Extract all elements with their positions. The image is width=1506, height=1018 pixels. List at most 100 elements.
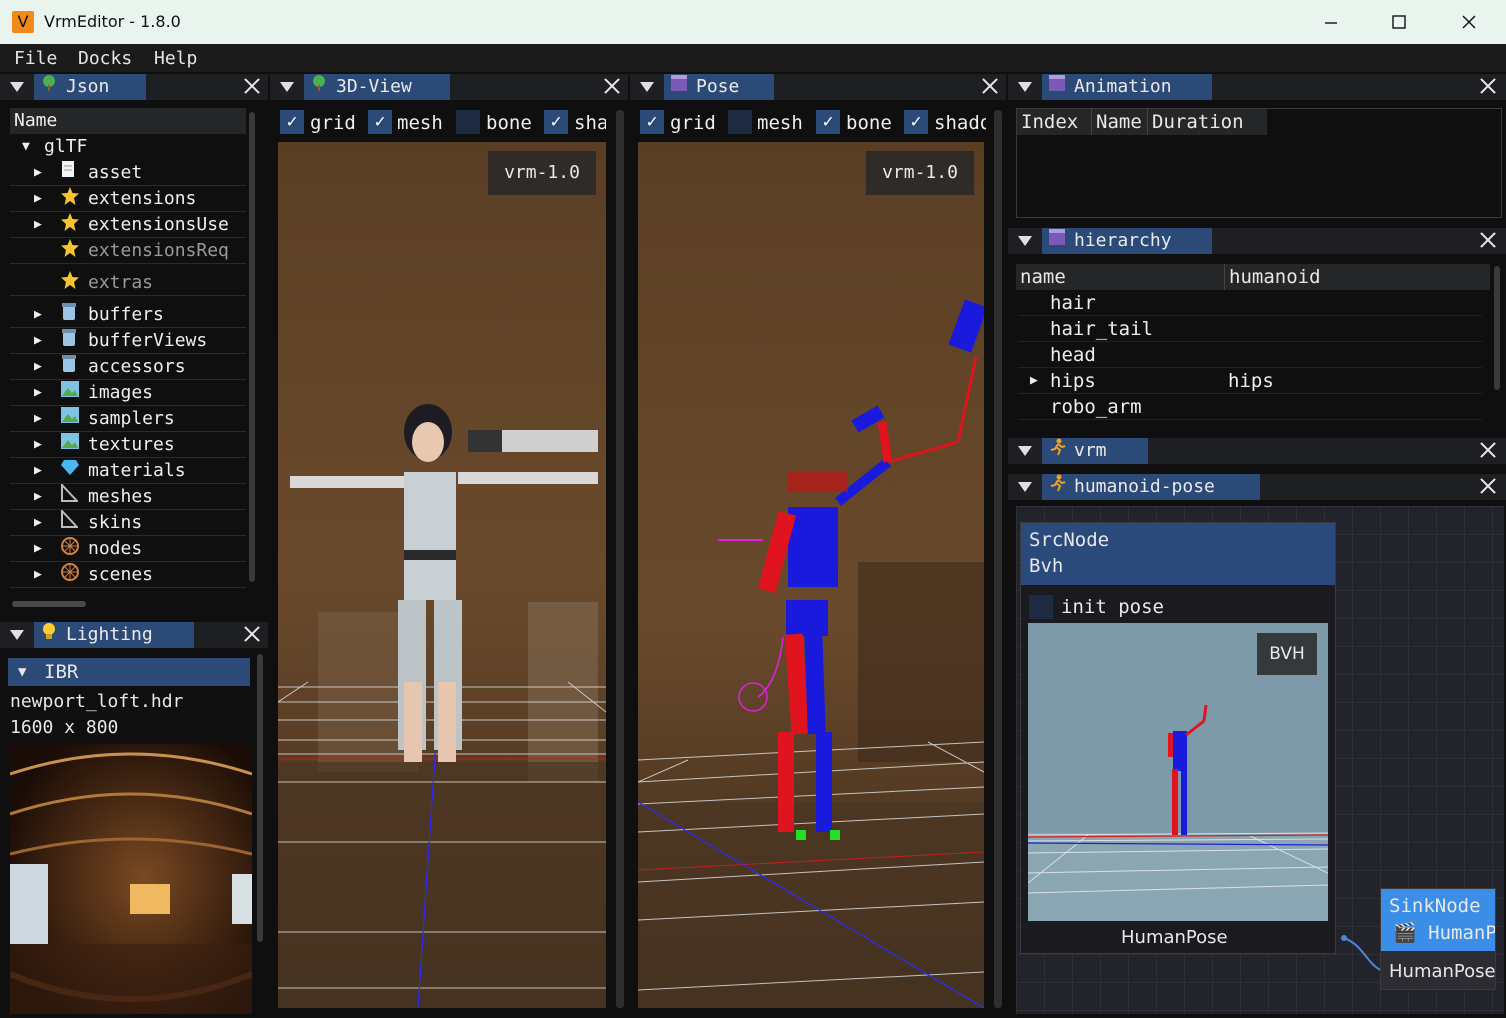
close-pose-button[interactable] [981,77,999,95]
pose-bone-label: bone [846,112,892,134]
expand-right-icon[interactable]: ▶ [34,186,42,211]
expand-right-icon[interactable]: ▶ [1030,368,1038,394]
ibr-section[interactable]: ▼ IBR [8,658,250,686]
col-index[interactable]: Index [1021,109,1078,135]
hierarchy-vscrollbar[interactable] [1494,266,1500,390]
tab-vrm[interactable]: vrm [1042,438,1148,464]
json-item-label: images [88,382,154,403]
panel-menu-icon[interactable] [10,630,24,640]
expand-right-icon[interactable]: ▶ [34,432,42,457]
col-name[interactable]: name [1020,264,1066,290]
close-humanoid-pose-button[interactable] [1479,477,1497,495]
json-item-nodes[interactable]: ▶ nodes [10,536,246,562]
hierarchy-row-hips[interactable]: ▶ hips hips [1018,368,1482,394]
panel-menu-icon[interactable] [1018,482,1032,492]
col-duration[interactable]: Duration [1147,109,1244,135]
json-item-skins[interactable]: ▶ skins [10,510,246,536]
sink-input-pin-label[interactable]: HumanPose [1389,961,1495,982]
expand-right-icon[interactable]: ▶ [34,354,42,379]
bone-checkbox[interactable] [456,110,480,134]
expand-right-icon[interactable]: ▶ [34,458,42,483]
expand-right-icon[interactable]: ▶ [34,160,42,185]
close-window-button[interactable] [1446,6,1492,38]
json-item-images[interactable]: ▶ images [10,380,246,406]
expand-right-icon[interactable]: ▶ [34,510,42,535]
json-root[interactable]: ▼ glTF [10,134,246,160]
mesh-checkbox[interactable]: ✓ [368,110,392,134]
json-item-extras[interactable]: extras [10,270,246,296]
hierarchy-row-hair-tail[interactable]: hair_tail [1018,316,1482,342]
shadow-checkbox[interactable]: ✓ [544,110,568,134]
expand-right-icon[interactable]: ▶ [34,406,42,431]
src-node[interactable]: SrcNode Bvh init pose BVH HumanPose [1020,522,1336,954]
hierarchy-row-head[interactable]: head [1018,342,1482,368]
json-item-textures[interactable]: ▶ textures [10,432,246,458]
col-name[interactable]: Name [1091,109,1142,135]
json-item-extensionsreq[interactable]: extensionsReq [10,238,246,264]
close-animation-button[interactable] [1479,77,1497,95]
bvh-badge: BVH [1257,633,1317,675]
expand-right-icon[interactable]: ▶ [34,328,42,353]
src-output-pin-label[interactable]: HumanPose [1121,927,1228,948]
menu-docks[interactable]: Docks [78,48,132,69]
tab-hierarchy[interactable]: hierarchy [1042,228,1212,254]
pose-viewport[interactable] [638,142,984,1008]
panel-menu-icon[interactable] [1018,236,1032,246]
panel-menu-icon[interactable] [10,82,24,92]
tab-lighting[interactable]: Lighting [34,622,194,648]
json-item-buffers[interactable]: ▶ buffers [10,302,246,328]
init-pose-checkbox[interactable] [1029,595,1053,619]
view3d-vscrollbar[interactable] [616,110,624,1008]
maximize-button[interactable] [1376,6,1422,38]
panel-menu-icon[interactable] [1018,82,1032,92]
json-item-accessors[interactable]: ▶ accessors [10,354,246,380]
json-item-scenes[interactable]: ▶ scenes [10,562,246,588]
hierarchy-row-hair[interactable]: hair [1018,290,1482,316]
close-lighting-button[interactable] [243,625,261,643]
col-humanoid[interactable]: humanoid [1224,264,1321,290]
json-item-meshes[interactable]: ▶ meshes [10,484,246,510]
json-item-bufferviews[interactable]: ▶ bufferViews [10,328,246,354]
json-item-samplers[interactable]: ▶ samplers [10,406,246,432]
grid-checkbox[interactable]: ✓ [280,110,304,134]
close-hierarchy-button[interactable] [1479,231,1497,249]
expand-right-icon[interactable]: ▶ [34,562,42,587]
pose-mesh-checkbox[interactable] [728,110,752,134]
pose-vscrollbar[interactable] [994,110,1002,1008]
json-vscrollbar[interactable] [249,112,255,582]
json-item-extensions[interactable]: ▶ extensions [10,186,246,212]
hierarchy-row-robo-arm[interactable]: robo_arm [1018,394,1482,420]
panel-menu-icon[interactable] [280,82,294,92]
menu-file[interactable]: File [14,48,57,69]
view3d-viewport[interactable] [278,142,606,1008]
expand-down-icon: ▼ [22,139,30,154]
expand-right-icon[interactable]: ▶ [34,536,42,561]
sink-node[interactable]: SinkNode 🎬 HumanP HumanPose [1380,888,1496,990]
close-3d-view-button[interactable] [603,77,621,95]
expand-right-icon[interactable]: ▶ [34,212,42,237]
tab-animation[interactable]: Animation [1042,74,1212,100]
pose-bone-checkbox[interactable]: ✓ [816,110,840,134]
json-hscrollbar[interactable] [12,601,86,607]
lighting-vscrollbar[interactable] [257,654,263,942]
animation-panel: Animation Index Name Duration [1008,74,1506,224]
tab-json[interactable]: Json [34,74,146,100]
close-vrm-button[interactable] [1479,441,1497,459]
tab-pose[interactable]: Pose [664,74,774,100]
tab-3d-view[interactable]: 3D-View [304,74,450,100]
json-item-asset[interactable]: ▶ asset [10,160,246,186]
menu-help[interactable]: Help [154,48,197,69]
json-item-materials[interactable]: ▶ materials [10,458,246,484]
pose-shadow-checkbox[interactable]: ✓ [904,110,928,134]
window-title: VrmEditor - 1.8.0 [44,12,181,31]
json-item-extensionsuse[interactable]: ▶ extensionsUse [10,212,246,238]
panel-menu-icon[interactable] [1018,446,1032,456]
expand-right-icon[interactable]: ▶ [34,380,42,405]
tab-humanoid-pose[interactable]: humanoid-pose [1042,474,1260,500]
pose-grid-checkbox[interactable]: ✓ [640,110,664,134]
expand-right-icon[interactable]: ▶ [34,484,42,509]
minimize-button[interactable] [1308,6,1354,38]
expand-right-icon[interactable]: ▶ [34,302,42,327]
panel-menu-icon[interactable] [640,82,654,92]
close-json-button[interactable] [243,77,261,95]
